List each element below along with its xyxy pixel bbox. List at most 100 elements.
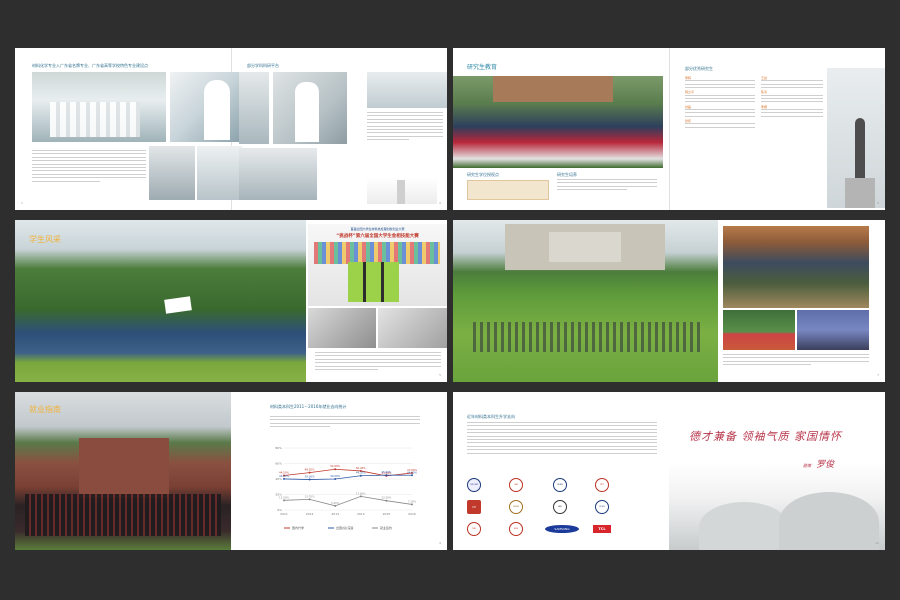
data-label: 50.40% [356, 466, 366, 470]
spread3-heading: 学生风采 [29, 235, 61, 244]
statue-photo [827, 68, 885, 208]
banner-top-text: 首届全国大学生材料热处理创新创业大赛 [350, 227, 405, 231]
page-number: 10 [875, 541, 879, 545]
page-number: 7 [877, 373, 879, 377]
page-number: 9 [439, 541, 441, 545]
platform-photo-2 [273, 72, 347, 144]
spread3-body-text [315, 352, 441, 372]
activity-photo-2 [378, 308, 447, 348]
data-point [308, 471, 311, 474]
lab-researcher-photo [170, 72, 242, 142]
series-line [283, 495, 413, 507]
chart-intro-text [270, 416, 420, 430]
x-tick-label: 2012 [306, 512, 314, 516]
data-label: 45.00% [381, 470, 391, 474]
university-logo: UH [467, 500, 481, 514]
spread1-right-caption: 部分学科科研平台 [247, 63, 279, 68]
university-logo: UNSW [509, 500, 523, 514]
university-logo: HKU [553, 500, 567, 514]
lab-instrument-photo [149, 146, 195, 200]
university-logos: OXFORD CAS PENN MIT UH UNSW HKU UCSD THU… [467, 478, 667, 542]
brochure-spread-1: 材料化学专业入广东省名牌专业、广东省高等学校特色专业建设点 部分学科科研平台 1… [15, 48, 447, 210]
x-tick-label: 2014 [357, 512, 365, 516]
page-number: 3 [877, 201, 879, 205]
data-point [411, 503, 413, 506]
data-label: 17.60% [356, 491, 366, 495]
campus-sketch [367, 178, 437, 204]
data-label: 44.50% [279, 471, 289, 475]
y-tick-label: 80% [275, 446, 282, 450]
graduate-list-right: 王晨 陈涛 李娜 [761, 76, 823, 119]
ink-landscape [669, 462, 885, 550]
university-logo: MIT [595, 478, 609, 492]
data-label: 39.30% [305, 475, 315, 479]
page-number-right: 2 [439, 201, 441, 205]
lab-work-photo [197, 146, 242, 200]
university-logo: CAS [509, 478, 523, 492]
legend-label: 国内升学 [292, 525, 304, 530]
data-label: 40.10% [279, 474, 289, 478]
data-label: 40.00% [330, 474, 340, 478]
data-point [385, 499, 388, 502]
spread4-body-text [723, 354, 869, 368]
x-tick-label: 2016 [408, 512, 416, 516]
university-logo: OXFORD [467, 478, 481, 492]
destination-list [467, 422, 657, 456]
employment-line-chart: 0%20%40%60%80%2011 2012 2013 2014 2015 201644… [275, 446, 417, 530]
page-number: 5 [439, 373, 441, 377]
spread1-left-caption: 材料化学专业入广东省名牌专业、广东省高等学校特色专业建设点 [32, 63, 148, 68]
campus-lawn-photo [453, 220, 718, 382]
data-label: 12.50% [279, 495, 289, 499]
university-logo: THU [467, 522, 481, 536]
calligraphy-motto: 德才兼备 领袖气质 家国情怀 [689, 430, 842, 443]
data-point [308, 498, 311, 501]
data-label: 52.60% [330, 464, 340, 468]
brochure-spread-5: 就业指南 材料类本科生2011－2016年就业去向统计 0% 20% 40% 60% 8… [15, 392, 447, 550]
data-label: 48.20% [305, 468, 315, 472]
graduation-photo [15, 392, 231, 550]
training-text [557, 179, 657, 193]
student-crowd-photo [723, 226, 869, 308]
spread6-heading: 近年材料类本科生升学去向 [467, 414, 515, 419]
university-logo: PENN [553, 478, 567, 492]
spread5-heading: 就业指南 [29, 405, 61, 414]
data-point [385, 474, 388, 477]
data-label: 5.40% [331, 501, 340, 505]
graduate-group-photo [453, 76, 663, 168]
brochure-spread-2: 研究生教育 研究生学位授权点 研究生培养 部分优秀研究生 黄辉 韩立平 刘磊 张… [453, 48, 885, 210]
samsung-logo: SAMSUNG [545, 525, 579, 533]
data-label: 13.70% [305, 494, 315, 498]
data-point [283, 499, 285, 502]
data-point [411, 474, 413, 477]
activity-photo-1 [308, 308, 376, 348]
signature-block: 题赠 罗俊 [803, 452, 834, 471]
degree-table [467, 180, 549, 200]
competition-photo: 首届全国大学生材料热处理创新创业大赛 “挑战杯”第六届全国大学生金相技能大赛 [308, 224, 447, 306]
track-photo [723, 310, 795, 350]
x-tick-label: 2011 [280, 512, 288, 516]
data-label: 44.20% [356, 471, 366, 475]
stage-photo [797, 310, 869, 350]
signature-name: 罗俊 [816, 460, 835, 470]
x-tick-label: 2015 [383, 512, 391, 516]
platform-photo-3 [367, 72, 447, 108]
training-box-title: 研究生培养 [557, 172, 577, 177]
brochure-spread-4: 7 [453, 220, 885, 382]
signature-prefix: 题赠 [803, 463, 811, 468]
outstanding-heading: 部分优秀研究生 [685, 66, 713, 71]
legend-label: 就业签约 [380, 525, 392, 530]
x-tick-label: 2013 [331, 512, 339, 516]
platform-photo-4 [239, 148, 317, 200]
brochure-spread-6: 近年材料类本科生升学去向 OXFORD CAS PENN MIT UH UNSW… [453, 392, 885, 550]
brochure-spread-3: 学生风采 首届全国大学生材料热处理创新创业大赛 “挑战杯”第六届全国大学生金相技… [15, 220, 447, 382]
data-point [359, 474, 362, 477]
degree-box-title: 研究生学位授权点 [467, 172, 499, 177]
data-label: 44.80% [407, 470, 417, 474]
y-tick-label: 60% [275, 462, 282, 466]
spread2-heading: 研究生教育 [467, 64, 498, 71]
data-point [359, 495, 362, 498]
platform-photo-1 [239, 72, 269, 144]
data-point [334, 504, 337, 507]
data-label: 7.20% [408, 499, 417, 503]
spread1-body-text [32, 150, 146, 184]
